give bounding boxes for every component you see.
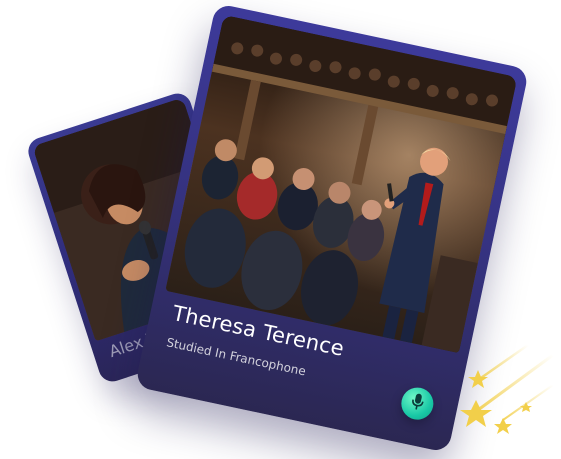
profile-photo-front	[165, 14, 518, 354]
microphone-button[interactable]	[398, 384, 437, 423]
profile-cards-illustration: Alex T Theresa Terence Studied In Franco…	[0, 0, 561, 459]
microphone-icon	[407, 391, 427, 416]
shooting-stars-right-icon	[448, 340, 558, 450]
